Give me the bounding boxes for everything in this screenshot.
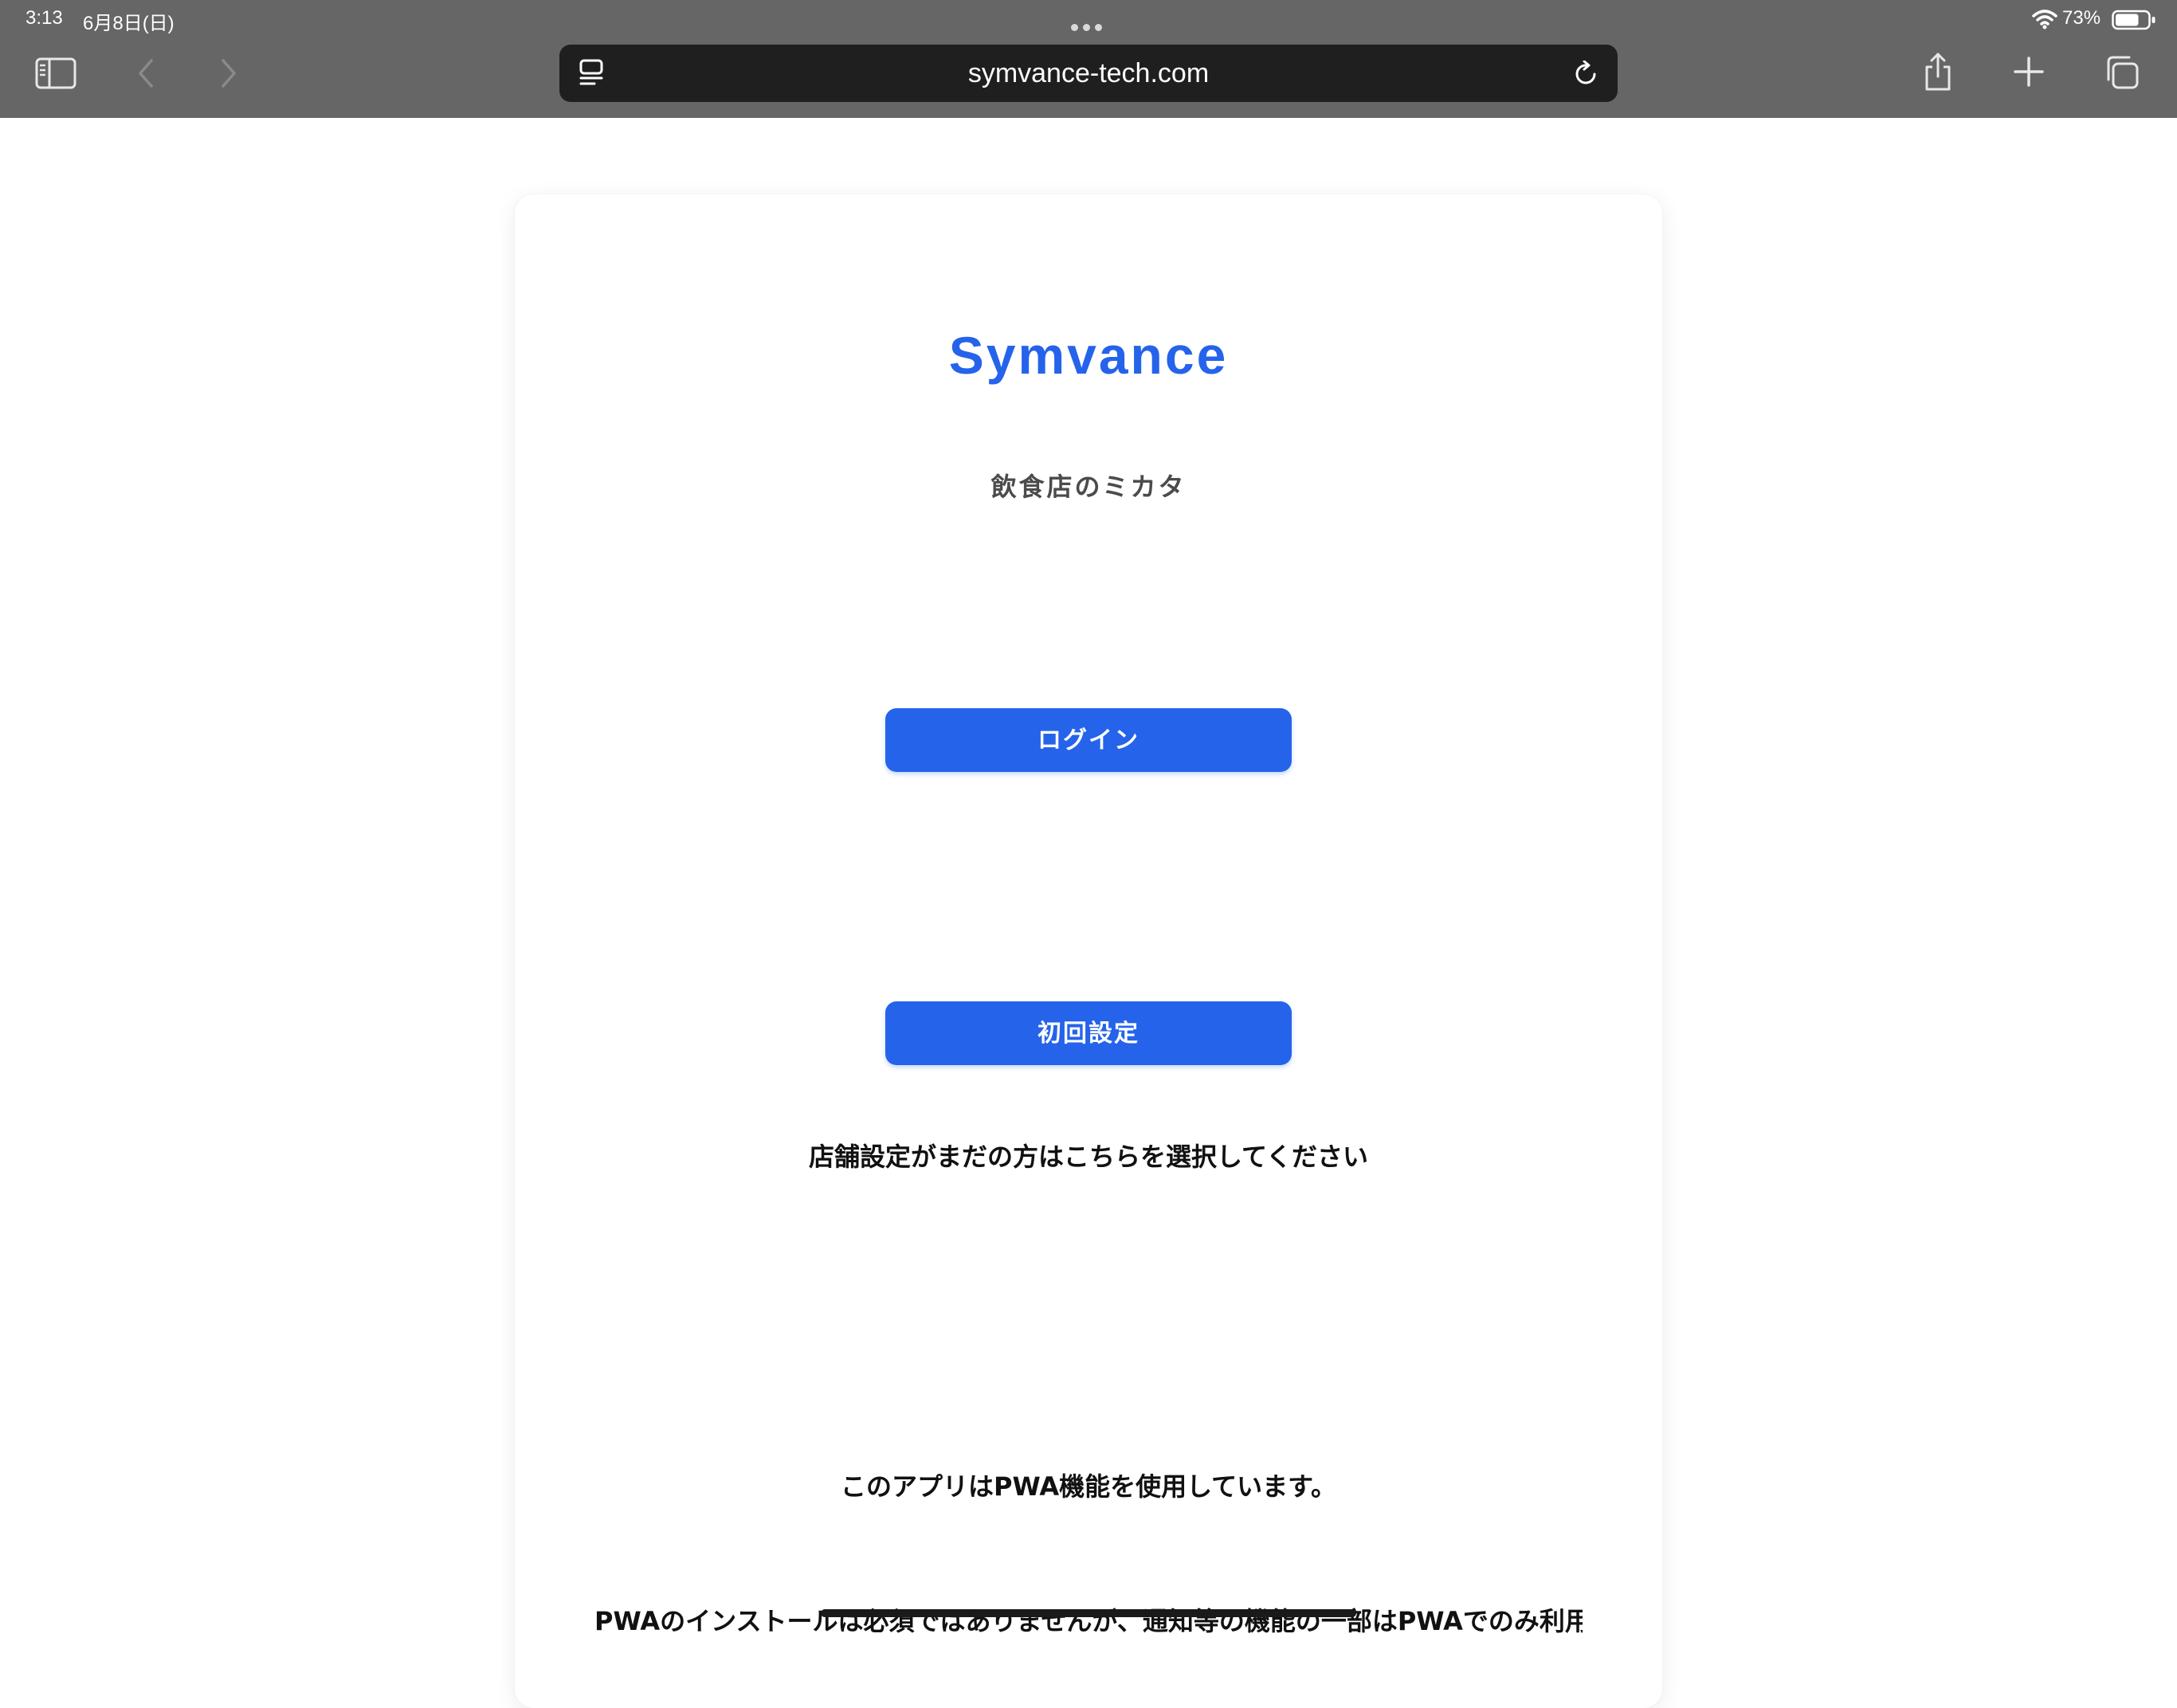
pwa-detail: PWAのインストールは必須ではありませんが、通知等の機能の一部はPWAでのみ利用 — [594, 1606, 1583, 1636]
login-card: Symvance 飲食店のミカタ ログイン 初回設定 店舗設定がまだの方はこちら… — [515, 194, 1662, 1708]
initial-setup-button[interactable]: 初回設定 — [885, 1001, 1292, 1065]
sidebar-toggle-icon[interactable] — [35, 57, 76, 89]
login-button[interactable]: ログイン — [885, 708, 1292, 772]
pwa-notice: このアプリはPWA機能を使用しています。 — [841, 1471, 1336, 1502]
multitasking-dots-icon[interactable] — [1071, 14, 1108, 31]
tagline: 飲食店のミカタ — [990, 472, 1187, 502]
wifi-icon — [2032, 10, 2057, 29]
status-time: 3:13 — [25, 7, 63, 29]
new-tab-plus-icon[interactable] — [2013, 56, 2045, 88]
tab-overview-icon[interactable] — [2104, 54, 2140, 91]
home-indicator[interactable] — [821, 1609, 1356, 1617]
battery-percent: 73% — [2062, 7, 2101, 29]
forward-chevron-icon[interactable] — [217, 57, 241, 89]
address-bar[interactable]: symvance-tech.com — [559, 45, 1618, 102]
reload-icon[interactable] — [1573, 61, 1600, 88]
back-chevron-icon[interactable] — [134, 57, 158, 89]
battery-icon — [2112, 10, 2155, 30]
web-page: Symvance 飲食店のミカタ ログイン 初回設定 店舗設定がまだの方はこちら… — [0, 118, 2177, 1708]
brand-title: Symvance — [948, 326, 1229, 385]
setup-note: 店舗設定がまだの方はこちらを選択してください — [808, 1142, 1369, 1172]
share-icon[interactable] — [1922, 51, 1954, 92]
status-date: 6月8日(日) — [83, 13, 175, 34]
browser-toolbar: symvance-tech.com — [0, 40, 2177, 118]
status-bar: 3:13 6月8日(日) 73% — [0, 0, 2177, 40]
url-text[interactable]: symvance-tech.com — [559, 45, 1618, 102]
